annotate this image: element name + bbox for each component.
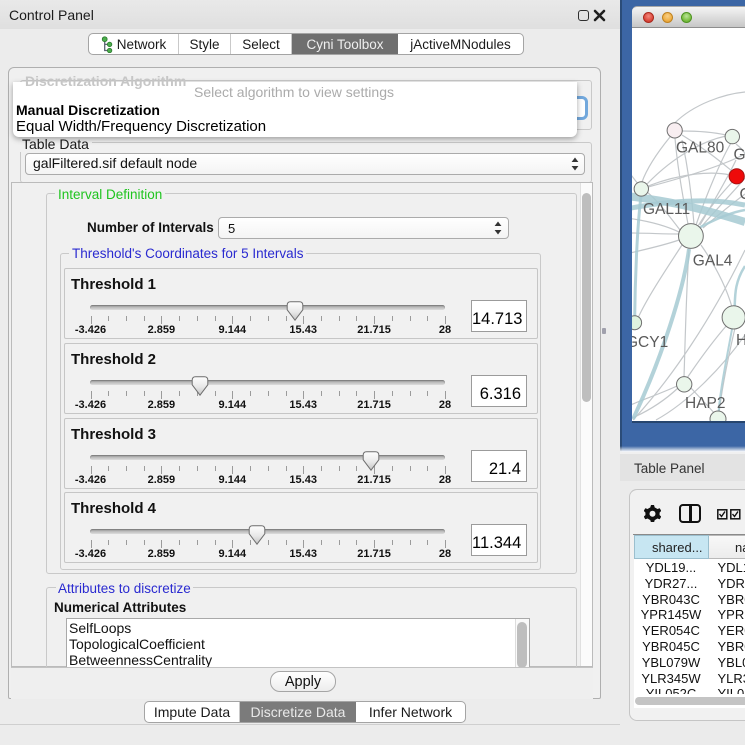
- svg-text:GCY1: GCY1: [632, 334, 668, 351]
- svg-text:C: C: [740, 186, 745, 203]
- svg-text:GAL4: GAL4: [693, 252, 733, 269]
- svg-text:H: H: [736, 332, 745, 349]
- svg-text:GAL80: GAL80: [676, 140, 725, 157]
- svg-text:HAP2: HAP2: [685, 395, 726, 412]
- svg-text:GAL11: GAL11: [643, 201, 690, 218]
- svg-text:G...: G...: [734, 147, 745, 164]
